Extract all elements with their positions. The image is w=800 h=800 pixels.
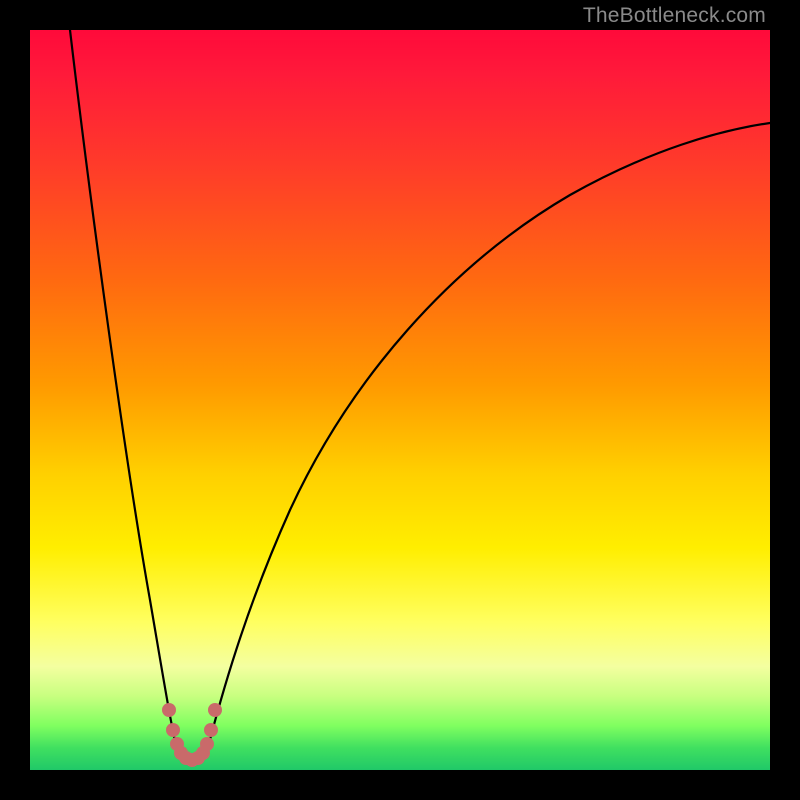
minimum-marker-cluster xyxy=(162,703,222,767)
bottleneck-curve xyxy=(30,30,770,770)
watermark-text: TheBottleneck.com xyxy=(583,4,766,28)
chart-frame: TheBottleneck.com xyxy=(0,0,800,800)
curve-right-branch xyxy=(206,123,770,755)
curve-left-branch xyxy=(70,30,178,755)
plot-area xyxy=(30,30,770,770)
